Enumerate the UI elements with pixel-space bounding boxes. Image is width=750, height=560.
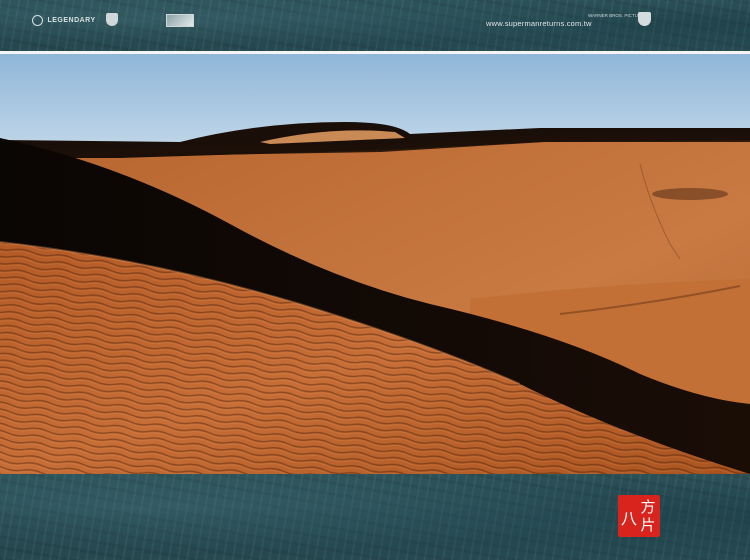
warner-bros-shield-icon: [106, 13, 118, 26]
site-url[interactable]: www.supermanreturns.com.tw: [486, 19, 592, 28]
warner-bros-shield-icon: [638, 12, 651, 26]
seal-char-1: 方: [640, 498, 655, 516]
desert-photo: [0, 54, 750, 474]
wallpaper: LEGENDARY www.supermanreturns.com.tw WAR…: [0, 0, 750, 560]
legendary-mark-icon: [32, 15, 43, 26]
seal-char-2: 片: [640, 516, 655, 534]
top-banner: LEGENDARY www.supermanreturns.com.tw WAR…: [0, 0, 750, 51]
legendary-logo: LEGENDARY: [32, 15, 96, 26]
legendary-logo-text: LEGENDARY: [47, 17, 96, 24]
warner-bros-logo: [106, 13, 118, 26]
dc-box-logo: [166, 14, 194, 27]
seal-char-3: 八: [621, 509, 637, 528]
seal-stamp: 方 片 八: [618, 495, 660, 537]
